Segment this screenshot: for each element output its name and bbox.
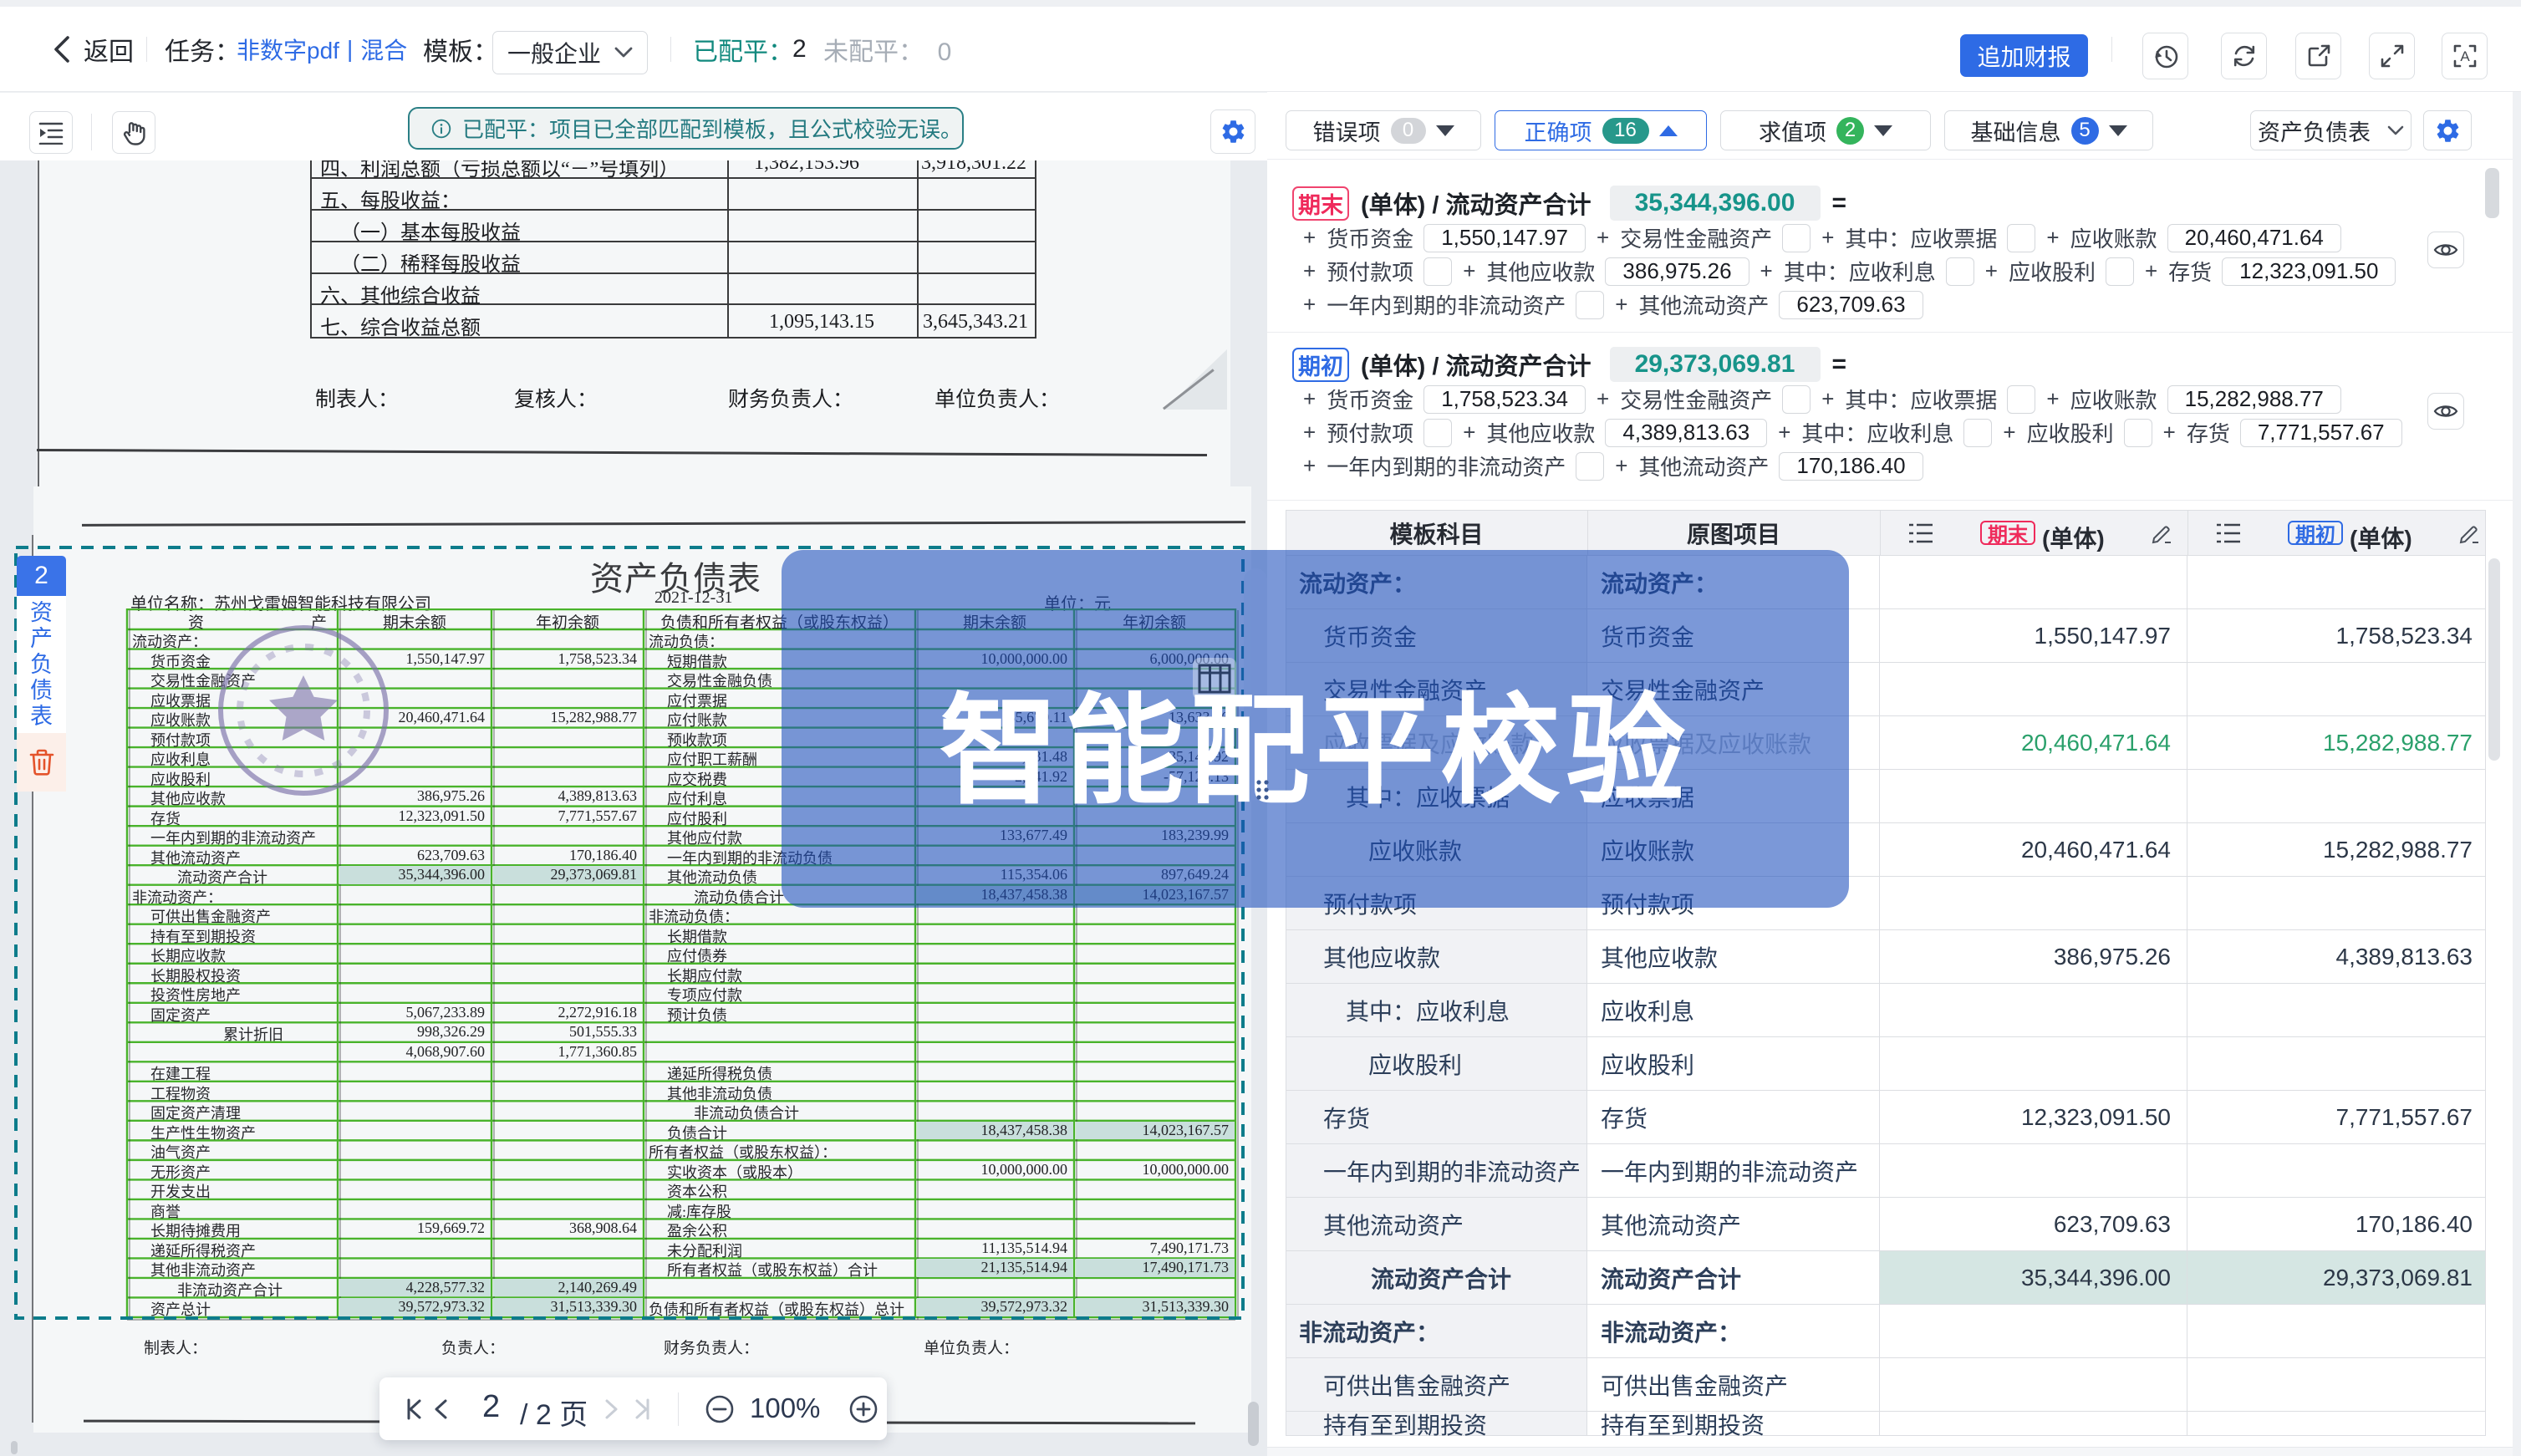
svg-text:A: A	[2460, 48, 2470, 64]
